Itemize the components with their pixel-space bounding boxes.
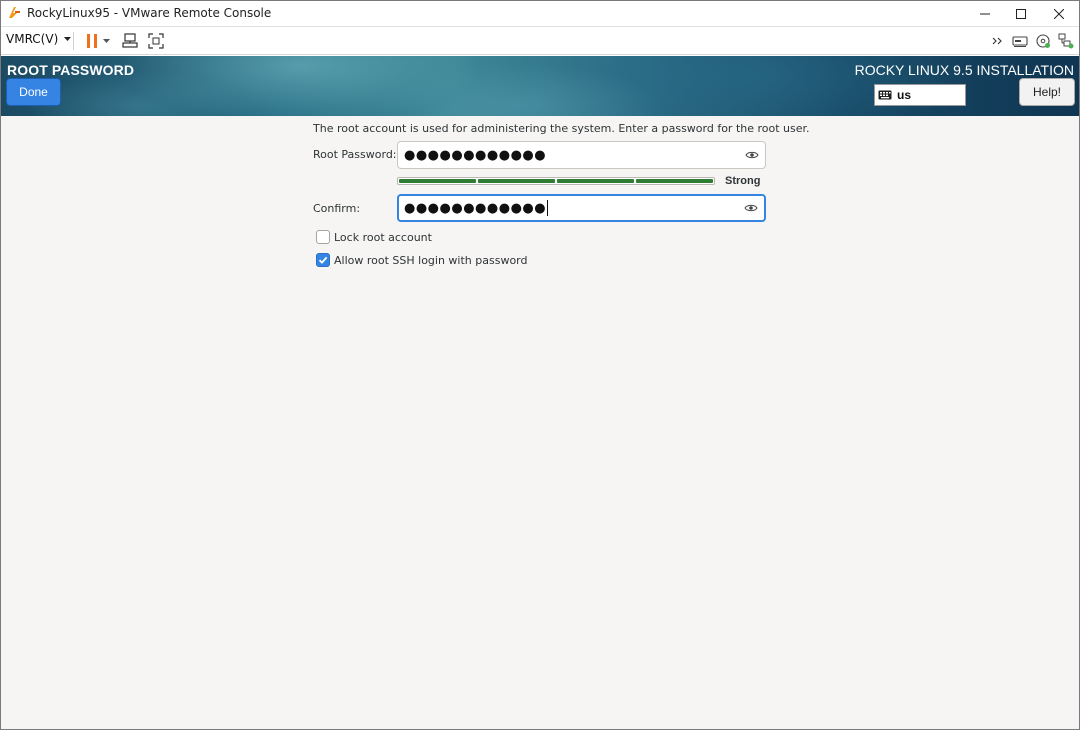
root-password-input[interactable]: ●●●●●●●●●●●● <box>397 141 766 169</box>
allow-ssh-label: Allow root SSH login with password <box>334 253 528 267</box>
chevron-down-icon <box>64 37 72 41</box>
strength-segment <box>478 179 555 183</box>
more-button[interactable] <box>988 31 1008 51</box>
fullscreen-button[interactable] <box>146 31 166 51</box>
text-caret <box>547 200 549 216</box>
send-ctrl-alt-del-button[interactable] <box>120 31 140 51</box>
confirm-password-value: ●●●●●●●●●●●● <box>404 200 547 216</box>
close-icon <box>1054 8 1064 19</box>
window-title: RockyLinux95 - VMware Remote Console <box>27 6 272 20</box>
root-password-value: ●●●●●●●●●●●● <box>404 147 547 163</box>
maximize-icon <box>1016 8 1026 19</box>
send-ctrl-alt-del-icon <box>122 33 138 48</box>
network-button[interactable] <box>1056 31 1076 51</box>
root-password-label: Root Password: <box>313 148 397 161</box>
vmrc-menu-label: VMRC(V) <box>6 32 59 46</box>
strength-segment <box>399 179 476 183</box>
lock-root-checkbox[interactable] <box>316 230 330 244</box>
product-title: ROCKY LINUX 9.5 INSTALLATION <box>854 62 1074 78</box>
vmware-icon <box>8 6 21 19</box>
close-button[interactable] <box>1042 0 1076 27</box>
help-button[interactable]: Help! <box>1019 78 1075 106</box>
strength-segment <box>636 179 713 183</box>
pause-icon <box>87 34 97 48</box>
fullscreen-icon <box>148 33 164 49</box>
page-title: ROOT PASSWORD <box>7 62 135 78</box>
toolbar-divider <box>73 32 74 50</box>
settings-disc-icon <box>1036 34 1050 48</box>
installer-header: ROOT PASSWORD Done ROCKY LINUX 9.5 INSTA… <box>0 56 1080 116</box>
checkmark-icon <box>318 256 328 264</box>
password-strength-label: Strong <box>725 175 761 187</box>
keyboard-layout-label: us <box>897 88 912 102</box>
eye-icon[interactable] <box>745 150 759 160</box>
minimize-button[interactable] <box>968 0 1002 27</box>
strength-segment <box>557 179 634 183</box>
pause-button[interactable] <box>82 31 102 51</box>
vmrc-toolbar: VMRC(V) <box>0 27 1080 55</box>
network-icon <box>1058 33 1074 49</box>
done-button[interactable]: Done <box>6 78 61 106</box>
allow-root-ssh-option[interactable]: Allow root SSH login with password <box>316 253 528 267</box>
chevron-down-icon <box>102 39 110 43</box>
removable-devices-icon <box>1012 36 1028 47</box>
maximize-button[interactable] <box>1004 0 1038 27</box>
removable-devices-button[interactable] <box>1010 31 1030 51</box>
minimize-icon <box>980 13 990 14</box>
password-strength-bar <box>397 177 715 185</box>
keyboard-layout-indicator[interactable]: us <box>874 84 966 106</box>
vmrc-menu[interactable]: VMRC(V) <box>6 32 72 46</box>
keyboard-icon <box>878 90 892 100</box>
eye-icon[interactable] <box>744 203 758 213</box>
cd-dvd-button[interactable] <box>1033 31 1053 51</box>
intro-text: The root account is used for administeri… <box>313 122 810 135</box>
confirm-password-input[interactable]: ●●●●●●●●●●●● <box>397 194 766 222</box>
lock-root-account-option[interactable]: Lock root account <box>316 230 432 244</box>
root-password-form: The root account is used for administeri… <box>0 116 1080 730</box>
window-titlebar: RockyLinux95 - VMware Remote Console <box>0 0 1080 27</box>
allow-ssh-checkbox[interactable] <box>316 253 330 267</box>
lock-root-label: Lock root account <box>334 230 432 244</box>
chevron-forward-icon <box>992 37 1002 45</box>
confirm-label: Confirm: <box>313 202 361 215</box>
pause-dropdown[interactable] <box>100 31 112 51</box>
